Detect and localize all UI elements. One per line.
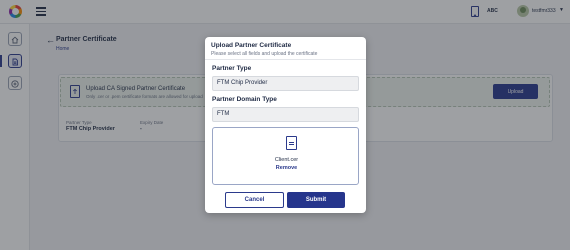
upload-certificate-modal: Upload Partner Certificate Please select… <box>205 37 366 213</box>
cancel-button[interactable]: Cancel <box>225 192 284 208</box>
modal-title: Upload Partner Certificate <box>211 42 292 49</box>
uploaded-file-name: Client.cer <box>274 157 299 163</box>
file-drop-zone[interactable]: Client.cer Remove <box>212 127 359 185</box>
partner-type-field-label: Partner Type <box>212 65 252 72</box>
file-icon <box>286 136 297 150</box>
partner-type-field[interactable]: FTM Chip Provider <box>212 76 359 91</box>
modal-divider <box>205 59 366 60</box>
remove-file-link[interactable]: Remove <box>213 165 360 171</box>
partner-domain-field[interactable]: FTM <box>212 107 359 122</box>
partner-domain-field-label: Partner Domain Type <box>212 96 277 103</box>
modal-subtitle: Please select all fields and upload the … <box>211 51 318 57</box>
submit-button[interactable]: Submit <box>287 192 345 208</box>
